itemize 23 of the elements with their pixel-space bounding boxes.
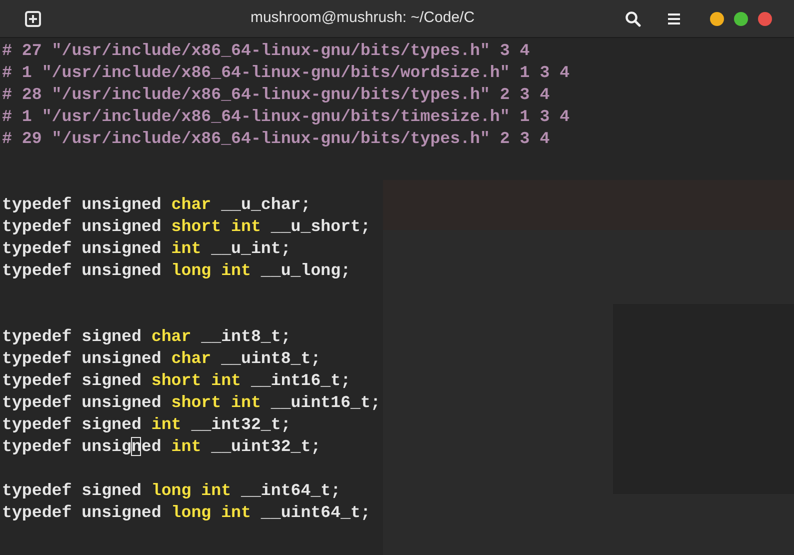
window-title: mushroom@mushrush: ~/Code/C [250, 8, 475, 28]
code-line: typedef unsigned char __u_char; [2, 194, 311, 216]
code-line: typedef signed long int __int64_t; [2, 480, 341, 502]
new-tab-icon [24, 10, 42, 28]
window-control-button[interactable] [734, 12, 748, 26]
code-line: typedef unsigned short int __u_short; [2, 216, 370, 238]
code-line: # 29 "/usr/include/x86_64-linux-gnu/bits/types.h" 2 3 4 [2, 128, 550, 150]
code-line: typedef unsigned char __uint8_t; [2, 348, 321, 370]
code-line: typedef signed int __int32_t; [2, 414, 291, 436]
code-line: typedef signed char __int8_t; [2, 326, 291, 348]
window-control-button[interactable] [758, 12, 772, 26]
code-line: # 1 "/usr/include/x86_64-linux-gnu/bits/wordsize.h" 1 3 4 [2, 62, 570, 84]
code-line: # 1 "/usr/include/x86_64-linux-gnu/bits/timesize.h" 1 3 4 [2, 106, 570, 128]
menu-icon [668, 12, 680, 24]
code-line: typedef unsigned int __u_int; [2, 238, 291, 260]
code-line: # 28 "/usr/include/x86_64-linux-gnu/bits/types.h" 2 3 4 [2, 84, 550, 106]
code-line: typedef unsigned long int __u_long; [2, 260, 351, 282]
code-line: # 27 "/usr/include/x86_64-linux-gnu/bits/types.h" 3 4 [2, 40, 530, 62]
code-line: typedef unsigned long int __uint64_t; [2, 502, 370, 524]
code-line: typedef unsigned short int __uint16_t; [2, 392, 380, 414]
window-control-button[interactable] [710, 12, 724, 26]
code-line: typedef signed short int __int16_t; [2, 370, 351, 392]
search-icon [625, 10, 641, 26]
